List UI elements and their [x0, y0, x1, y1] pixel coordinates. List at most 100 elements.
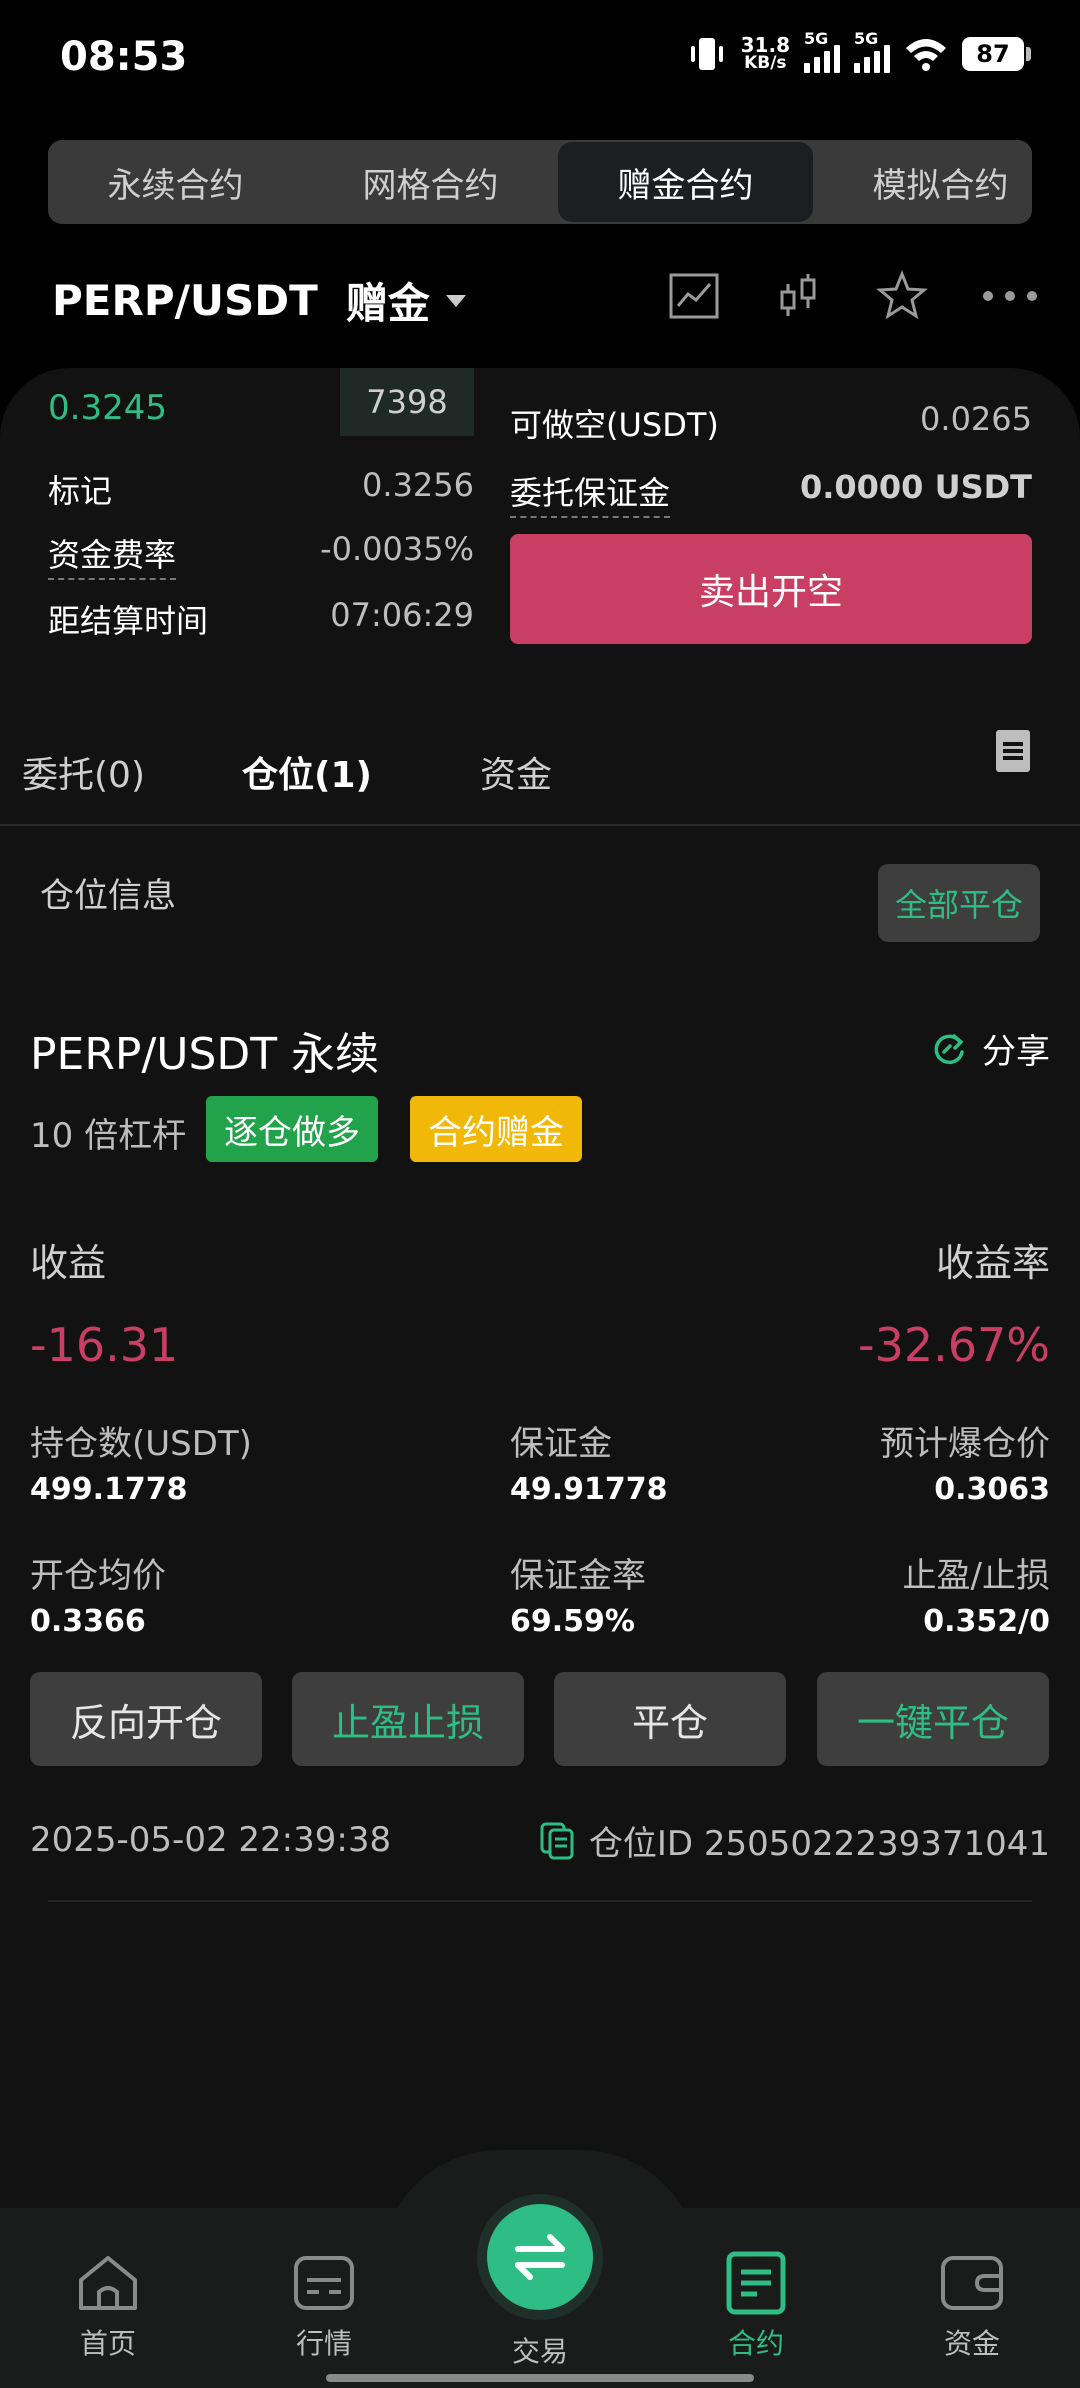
available-value: 0.0265: [920, 400, 1032, 438]
funding-value: -0.0035%: [320, 530, 474, 568]
positions-area: [0, 988, 1080, 2208]
size-value: 499.1778: [30, 1472, 188, 1507]
nav-trade-button[interactable]: [487, 2204, 593, 2310]
margin-value: 49.91778: [510, 1472, 668, 1507]
net-speed-value: 31.8: [740, 33, 790, 57]
sim2-label: 5G: [854, 29, 879, 48]
share-button[interactable]: 分享: [930, 1024, 1050, 1073]
bonus-badge: 合约赠金: [410, 1096, 582, 1162]
header-actions: [668, 270, 1040, 322]
symbol-mode: 赠金: [345, 279, 430, 328]
tab-orders[interactable]: 委托(0): [22, 746, 145, 798]
symbol-selector[interactable]: PERP/USDT 赠金: [52, 270, 466, 331]
position-section-title: 仓位信息: [40, 876, 176, 916]
close-all-button[interactable]: 全部平仓: [878, 864, 1040, 942]
position-divider: [48, 1900, 1032, 1902]
position-id-row[interactable]: 仓位ID 2505022239371041: [539, 1816, 1050, 1865]
wallet-icon: [941, 2256, 1003, 2310]
nav-market[interactable]: 行情: [244, 2250, 404, 2362]
position-name: PERP/USDT 永续: [30, 1029, 380, 1080]
tab-grid[interactable]: 网格合约: [303, 140, 558, 224]
wifi-icon: [906, 39, 946, 71]
entry-label: 开仓均价: [30, 1556, 166, 1596]
leverage-label: 10 倍杠杆: [30, 1116, 187, 1156]
available-label: 可做空(USDT): [510, 406, 719, 444]
order-margin-row[interactable]: 委托保证金 0.0000 USDT: [510, 468, 1032, 518]
copy-icon: [540, 1822, 574, 1859]
nav-contract[interactable]: 合约: [676, 2250, 836, 2362]
battery-icon: 87: [962, 37, 1031, 71]
tpsl-value: 0.352/0: [923, 1604, 1050, 1639]
status-time: 08:53: [60, 34, 188, 80]
pnl-value: -16.31: [30, 1318, 179, 1372]
settle-value: 07:06:29: [330, 596, 474, 634]
nav-funds-label: 资金: [943, 2327, 1000, 2360]
reverse-open-button[interactable]: 反向开仓: [30, 1672, 262, 1766]
margin-rate-value: 69.59%: [510, 1604, 635, 1639]
mark-price-row: 标记 0.3256: [48, 466, 474, 512]
side-badge: 逐仓做多: [206, 1096, 378, 1162]
contract-type-tabs: 永续合约 网格合约 赠金合约 模拟合约: [48, 140, 1032, 224]
more-icon[interactable]: [980, 270, 1040, 322]
position-timestamp: 2025-05-02 22:39:38: [30, 1820, 392, 1860]
share-icon: [934, 1033, 964, 1064]
list-icon[interactable]: [996, 730, 1030, 772]
net-speed-unit: KB/s: [744, 53, 787, 73]
tpsl-label: 止盈/止损: [902, 1556, 1050, 1596]
symbol-name: PERP/USDT: [52, 276, 318, 325]
tpsl-button[interactable]: 止盈止损: [292, 1672, 524, 1766]
signal-icon-1: 5G: [804, 29, 840, 73]
chart-icon[interactable]: [668, 270, 720, 322]
margin-value: 0.0000 USDT: [799, 468, 1032, 506]
sell-short-button[interactable]: 卖出开空: [510, 534, 1032, 644]
mark-value: 0.3256: [362, 466, 474, 504]
settle-time-row: 距结算时间 07:06:29: [48, 596, 474, 642]
tab-funds[interactable]: 资金: [480, 746, 552, 798]
status-icons: 31.8 KB/s 5G 5G 87: [687, 29, 1031, 74]
nav-trade-label[interactable]: 交易: [460, 2330, 620, 2370]
margin-label: 保证金: [510, 1424, 612, 1464]
margin-rate-label: 保证金率: [510, 1556, 646, 1596]
pnl-label: 收益: [30, 1241, 107, 1285]
tab-positions[interactable]: 仓位(1): [242, 746, 372, 798]
market-icon: [294, 2256, 354, 2310]
roe-value: -32.67%: [858, 1318, 1050, 1372]
nav-home[interactable]: 首页: [28, 2250, 188, 2362]
nav-market-label: 行情: [295, 2327, 352, 2360]
caret-down-icon: [445, 294, 466, 307]
contract-icon: [726, 2251, 786, 2315]
orderbook-value[interactable]: 7398: [340, 368, 474, 436]
signal-icon-2: 5G: [854, 29, 890, 73]
tab-perpetual[interactable]: 永续合约: [48, 140, 303, 224]
tabs-divider: [0, 824, 1080, 826]
last-price[interactable]: 0.3245: [48, 388, 167, 428]
tab-demo[interactable]: 模拟合约: [813, 140, 1032, 224]
margin-label: 委托保证金: [510, 468, 671, 518]
mark-label: 标记: [48, 472, 113, 510]
position-id: 仓位ID 2505022239371041: [588, 1824, 1050, 1864]
funding-label: 资金费率: [48, 530, 177, 580]
position-tabs: 委托(0) 仓位(1) 资金: [0, 720, 1080, 824]
tab-bonus[interactable]: 赠金合约: [558, 142, 813, 222]
status-bar: 08:53 31.8 KB/s 5G 5G 87: [0, 0, 1080, 120]
liq-value: 0.3063: [934, 1472, 1050, 1507]
roe-label: 收益率: [935, 1241, 1050, 1285]
quick-close-button[interactable]: 一键平仓: [817, 1672, 1049, 1766]
nav-home-label: 首页: [79, 2327, 136, 2360]
liq-label: 预计爆仓价: [880, 1424, 1050, 1464]
vibrate-icon: [690, 38, 723, 70]
candlestick-icon[interactable]: [772, 270, 824, 322]
swap-icon: [515, 2234, 565, 2280]
nav-contract-label: 合约: [727, 2327, 784, 2360]
available-short-row: 可做空(USDT) 0.0265: [510, 400, 1032, 446]
size-label: 持仓数(USDT): [30, 1424, 252, 1464]
sim1-label: 5G: [804, 29, 829, 48]
share-label: 分享: [982, 1032, 1050, 1072]
nav-funds[interactable]: 资金: [892, 2250, 1052, 2362]
close-position-button[interactable]: 平仓: [554, 1672, 786, 1766]
settle-label: 距结算时间: [48, 602, 209, 640]
net-speed: 31.8 KB/s: [740, 33, 790, 73]
star-icon[interactable]: [876, 270, 928, 322]
home-indicator[interactable]: [326, 2374, 754, 2382]
funding-rate-row[interactable]: 资金费率 -0.0035%: [48, 530, 474, 580]
